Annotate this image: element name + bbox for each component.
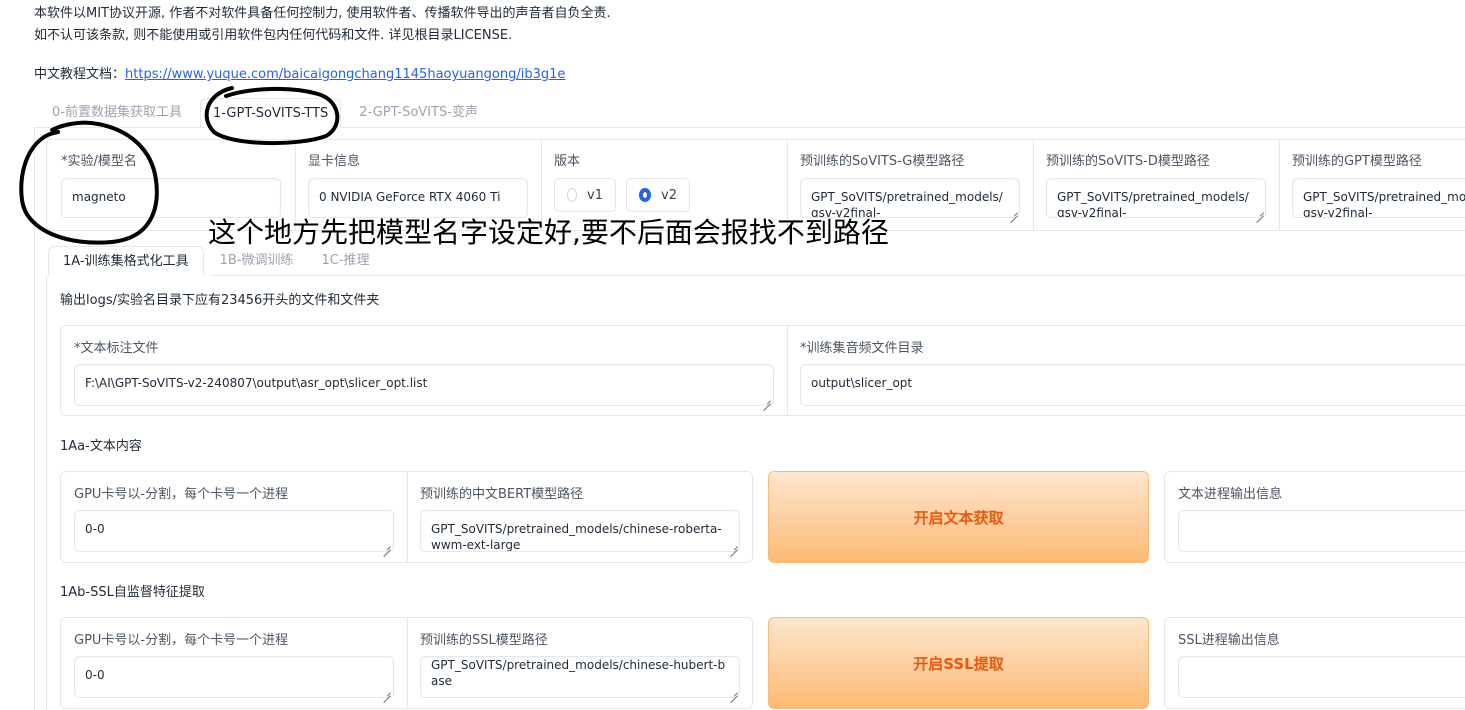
tab-1c-inference[interactable]: 1C-推理 (309, 246, 381, 276)
output-info-line: 输出logs/实验名目录下应有23456开头的文件和文件夹 (60, 293, 380, 308)
ssl-gpu-ids-input[interactable]: 0-0 (74, 656, 394, 698)
resize-handle-icon[interactable] (1010, 208, 1018, 216)
version-option-v2: v2 (661, 187, 677, 203)
ssl-path-input[interactable]: GPT_SoVITS/pretrained_models/chinese-hub… (420, 656, 740, 698)
tab-dataset-tools[interactable]: 0-前置数据集获取工具 (40, 98, 194, 128)
bert-path-cell: 预训练的中文BERT模型路径 GPT_SoVITS/pretrained_mod… (407, 472, 752, 562)
sub-tabs: 1A-训练集格式化工具 1B-微调训练 1C-推理 (48, 246, 382, 276)
sovits-d-label: 预训练的SoVITS-D模型路径 (1046, 154, 1210, 169)
resize-handle-icon[interactable] (383, 542, 391, 550)
sovits-d-path-input[interactable]: GPT_SoVITS/pretrained_models/gsv-v2final… (1046, 178, 1266, 218)
subtab-content-border (46, 275, 47, 710)
tabs-divider-right (341, 127, 1465, 128)
version-radio-v2[interactable]: v2 (626, 178, 690, 212)
radio-unchecked-icon (567, 188, 578, 202)
version-label: 版本 (554, 154, 581, 169)
list-file-input[interactable]: F:\AI\GPT-SoVITS-v2-240807\output\asr_op… (74, 364, 774, 406)
main-tabs: 0-前置数据集获取工具 1-GPT-SoVITS-TTS 2-GPT-SoVIT… (40, 98, 490, 128)
section-1ab-title: 1Ab-SSL自监督特征提取 (60, 585, 205, 600)
docs-line: 中文教程文档：https://www.yuque.com/baicaigongc… (34, 63, 565, 82)
ssl-output-panel: SSL进程输出信息 (1164, 617, 1465, 709)
text-output-panel: 文本进程输出信息 (1164, 471, 1465, 563)
license-notice-line-2: 如不认可该条款, 则不能使用或引用软件包内任何代码和文件. 详见根目录LICEN… (34, 28, 513, 43)
resize-handle-icon[interactable] (763, 396, 771, 404)
list-file-cell: *文本标注文件 F:\AI\GPT-SoVITS-v2-240807\outpu… (61, 326, 787, 415)
version-option-v1: v1 (587, 187, 603, 203)
gpt-model-label: 预训练的GPT模型路径 (1292, 154, 1422, 169)
section-1aa-title: 1Aa-文本内容 (60, 439, 142, 454)
docs-link[interactable]: https://www.yuque.com/baicaigongchang114… (125, 67, 565, 82)
section-1aa-inputs-panel: GPU卡号以-分割，每个卡号一个进程 0-0 预训练的中文BERT模型路径 GP… (60, 471, 753, 563)
resize-handle-icon[interactable] (383, 688, 391, 696)
resize-handle-icon[interactable] (730, 688, 738, 696)
bert-path-input[interactable]: GPT_SoVITS/pretrained_models/chinese-rob… (420, 510, 740, 552)
bert-path-label: 预训练的中文BERT模型路径 (420, 487, 584, 502)
tabs-divider-left (34, 127, 206, 128)
subtabs-divider (211, 275, 1465, 276)
start-ssl-extraction-button[interactable]: 开启SSL提取 (768, 617, 1149, 709)
section-1ab-inputs-panel: GPU卡号以-分割，每个卡号一个进程 0-0 预训练的SSL模型路径 GPT_S… (60, 617, 753, 709)
tab-content-border (34, 127, 35, 710)
ssl-output-label: SSL进程输出信息 (1178, 633, 1280, 648)
ssl-path-label: 预训练的SSL模型路径 (420, 633, 548, 648)
ssl-output-field[interactable] (1178, 656, 1465, 698)
radio-checked-icon (639, 188, 652, 202)
ssl-gpu-ids-cell: GPU卡号以-分割，每个卡号一个进程 0-0 (61, 618, 407, 708)
sovits-g-label: 预训练的SoVITS-G模型路径 (800, 154, 965, 169)
dataset-panel: *文本标注文件 F:\AI\GPT-SoVITS-v2-240807\outpu… (60, 325, 1465, 416)
tab-1b-finetune[interactable]: 1B-微调训练 (208, 246, 306, 276)
resize-handle-icon[interactable] (730, 542, 738, 550)
license-notice-line-1: 本软件以MIT协议开源, 作者不对软件具备任何控制力, 使用软件者、传播软件导出… (34, 6, 611, 21)
sovits-d-cell: 预训练的SoVITS-D模型路径 GPT_SoVITS/pretrained_m… (1033, 140, 1279, 230)
tab-gpt-sovits-voice-change[interactable]: 2-GPT-SoVITS-变声 (347, 98, 490, 128)
audio-dir-input[interactable]: output\slicer_opt (800, 364, 1465, 406)
tab-gpt-sovits-tts[interactable]: 1-GPT-SoVITS-TTS (199, 98, 342, 128)
tab-1a-dataset-format[interactable]: 1A-训练集格式化工具 (48, 246, 204, 276)
ssl-path-cell: 预训练的SSL模型路径 GPT_SoVITS/pretrained_models… (407, 618, 752, 708)
gpu-ids-label: GPU卡号以-分割，每个卡号一个进程 (74, 487, 289, 502)
gpu-ids-cell: GPU卡号以-分割，每个卡号一个进程 0-0 (61, 472, 407, 562)
gpu-ids-input[interactable]: 0-0 (74, 510, 394, 552)
docs-label: 中文教程文档： (34, 67, 126, 82)
gpu-info-label: 显卡信息 (308, 154, 361, 169)
audio-dir-label: *训练集音频文件目录 (800, 341, 924, 356)
gpt-model-path-input[interactable]: GPT_SoVITS/pretrained_models/gsv-v2final… (1292, 178, 1465, 218)
list-file-label: *文本标注文件 (74, 341, 159, 356)
audio-dir-cell: *训练集音频文件目录 output\slicer_opt (787, 326, 1465, 415)
exp-name-label: *实验/模型名 (61, 154, 137, 169)
ssl-gpu-ids-label: GPU卡号以-分割，每个卡号一个进程 (74, 633, 289, 648)
annotation-note: 这个地方先把模型名字设定好,要不后面会报找不到路径 (208, 216, 889, 249)
start-text-extraction-button[interactable]: 开启文本获取 (768, 471, 1149, 563)
text-output-field[interactable] (1178, 510, 1465, 552)
gpt-model-cell: 预训练的GPT模型路径 GPT_SoVITS/pretrained_models… (1279, 140, 1465, 230)
version-radio-v1[interactable]: v1 (554, 178, 616, 212)
text-output-label: 文本进程输出信息 (1178, 487, 1283, 502)
resize-handle-icon[interactable] (1256, 208, 1264, 216)
